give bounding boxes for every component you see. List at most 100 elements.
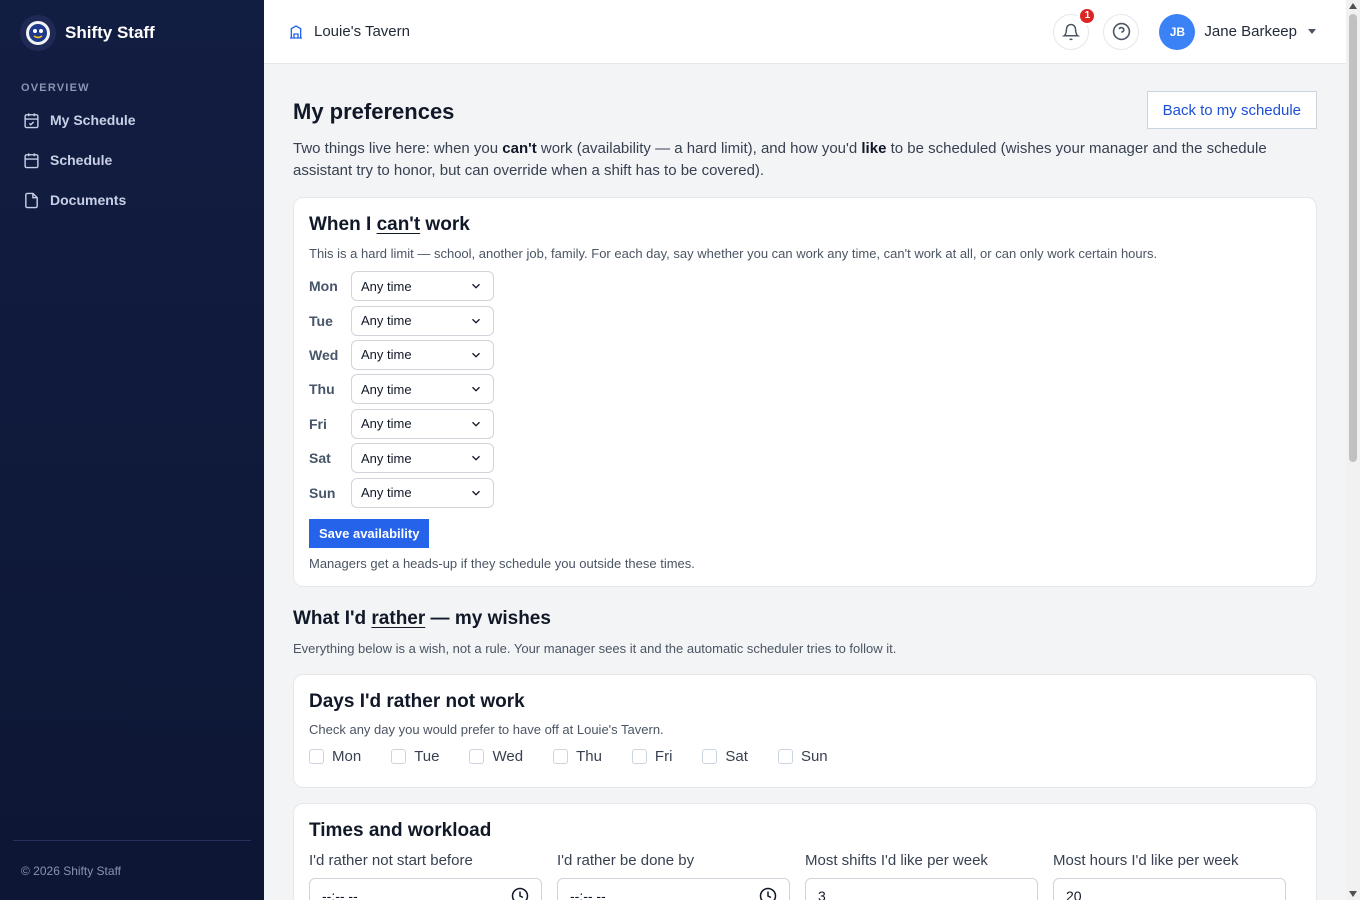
checkbox-label: Sat: [725, 748, 748, 765]
availability-select-mon[interactable]: Any time: [351, 271, 494, 302]
availability-row-mon: Mon Any time: [309, 269, 1301, 303]
availability-title: When I can't work: [309, 214, 1301, 236]
availability-select-sun[interactable]: Any time: [351, 477, 494, 508]
user-menu[interactable]: JB Jane Barkeep: [1159, 13, 1316, 50]
availability-card: When I can't work This is a hard limit —…: [293, 197, 1317, 587]
checkbox[interactable]: [309, 749, 324, 764]
availability-row-tue: Tue Any time: [309, 303, 1301, 337]
title-underline: rather: [371, 608, 426, 629]
document-icon: [25, 192, 38, 208]
select-value: Any time: [361, 381, 412, 397]
days-off-card: Days I'd rather not work Check any day y…: [293, 674, 1317, 788]
building-icon: [290, 24, 302, 39]
availability-select-wed[interactable]: Any time: [351, 339, 494, 370]
day-off-check-sat[interactable]: Sat: [702, 748, 748, 765]
checkbox[interactable]: [469, 749, 485, 764]
day-off-check-tue[interactable]: Tue: [391, 748, 439, 765]
checkbox-label: Fri: [654, 748, 673, 765]
availability-select-sat[interactable]: Any time: [351, 443, 494, 474]
input-value: --:-- --: [322, 888, 358, 900]
page-intro: Two things live here: when you can't wor…: [293, 138, 1293, 182]
chevron-down-icon: [472, 387, 480, 393]
back-to-schedule-button[interactable]: Back to my schedule: [1146, 91, 1317, 129]
field-label: I'd rather not start before: [309, 852, 473, 869]
field-label: Most hours I'd like per week: [1053, 852, 1239, 869]
earliest-start-field: I'd rather not start before --:-- --: [309, 852, 542, 900]
intro-text: Two things live here: when you: [293, 140, 503, 157]
wishes-title: What I'd rather — my wishes: [293, 608, 551, 630]
select-value: Any time: [361, 485, 412, 501]
intro-text: work (availability — a hard limit), and …: [536, 140, 862, 157]
chevron-down-icon: [472, 283, 480, 289]
day-off-check-wed[interactable]: Wed: [469, 748, 523, 765]
title-part: work: [420, 214, 470, 235]
max-shifts-field: Most shifts I'd like per week 3: [805, 852, 1038, 900]
day-label: Tue: [309, 312, 333, 329]
main-content: My preferences Back to my schedule Two t…: [264, 64, 1346, 900]
venue-selector[interactable]: Louie's Tavern: [288, 23, 410, 40]
title-part: What I'd: [293, 608, 372, 629]
availability-select-thu[interactable]: Any time: [351, 374, 494, 405]
nav-section-label: OVERVIEW: [21, 82, 90, 94]
page-title: My preferences: [293, 99, 455, 124]
checkbox-label: Tue: [414, 748, 440, 765]
bell-icon: [1062, 23, 1081, 40]
user-name: Jane Barkeep: [1204, 23, 1297, 40]
sidebar-item-label: My Schedule: [50, 112, 136, 128]
sidebar-item-label: Schedule: [50, 152, 113, 168]
availability-note: Managers get a heads-up if they schedule…: [309, 555, 695, 571]
brand-logo-icon: [20, 15, 56, 51]
checkbox-label: Mon: [332, 748, 362, 765]
max-shifts-input[interactable]: 3: [805, 878, 1038, 900]
max-hours-input[interactable]: 20: [1053, 878, 1286, 900]
availability-row-fri: Fri Any time: [309, 407, 1301, 441]
venue-name: Louie's Tavern: [314, 23, 410, 40]
day-off-check-fri[interactable]: Fri: [631, 748, 673, 765]
sidebar-item-documents[interactable]: Documents: [13, 180, 256, 220]
clock-icon[interactable]: [511, 887, 529, 900]
help-icon: [1112, 22, 1131, 41]
calendar-check-icon: [24, 112, 39, 128]
save-availability-button[interactable]: Save availability: [309, 518, 430, 548]
checkbox[interactable]: [391, 749, 407, 764]
availability-select-tue[interactable]: Any time: [351, 305, 494, 336]
title-part: When I: [309, 214, 377, 235]
workload-fields: I'd rather not start before --:-- -- I'd…: [309, 852, 1301, 900]
scroll-down-icon[interactable]: [1349, 891, 1357, 897]
sidebar-item-my-schedule[interactable]: My Schedule: [13, 100, 256, 140]
brand-name: Shifty Staff: [65, 23, 155, 42]
availability-row-sat: Sat Any time: [309, 441, 1301, 475]
earliest-start-input[interactable]: --:-- --: [309, 878, 542, 900]
notification-badge: 1: [1078, 6, 1097, 25]
sidebar-item-schedule[interactable]: Schedule: [13, 140, 256, 180]
day-off-check-mon[interactable]: Mon: [309, 748, 361, 765]
availability-row-sun: Sun Any time: [309, 475, 1301, 509]
help-button[interactable]: [1103, 13, 1140, 50]
checkbox[interactable]: [702, 749, 718, 764]
select-value: Any time: [361, 450, 412, 466]
chevron-down-icon: [472, 455, 480, 461]
chevron-down-icon: [472, 490, 480, 496]
checkbox[interactable]: [553, 749, 569, 764]
day-off-check-sun[interactable]: Sun: [777, 748, 828, 765]
sidebar-nav: My Schedule Schedule Documents: [0, 100, 264, 220]
day-label: Mon: [309, 278, 338, 295]
day-label: Sat: [309, 450, 331, 467]
availability-select-fri[interactable]: Any time: [351, 408, 494, 439]
latest-end-input[interactable]: --:-- --: [557, 878, 790, 900]
clock-icon[interactable]: [759, 887, 777, 900]
day-label: Sun: [309, 484, 336, 501]
chevron-down-icon: [472, 421, 480, 427]
checkbox-label: Wed: [492, 748, 524, 765]
notifications-button[interactable]: 1: [1053, 6, 1097, 50]
workload-title: Times and workload: [309, 820, 492, 841]
day-label: Thu: [309, 381, 335, 398]
brand[interactable]: Shifty Staff: [0, 0, 264, 66]
checkbox[interactable]: [777, 749, 793, 764]
checkbox[interactable]: [631, 749, 647, 764]
chevron-down-icon: [1308, 29, 1316, 34]
scroll-up-icon[interactable]: [1349, 3, 1357, 9]
page-scrollbar[interactable]: [1346, 0, 1360, 900]
day-off-check-thu[interactable]: Thu: [553, 748, 602, 765]
scroll-thumb[interactable]: [1349, 14, 1357, 462]
